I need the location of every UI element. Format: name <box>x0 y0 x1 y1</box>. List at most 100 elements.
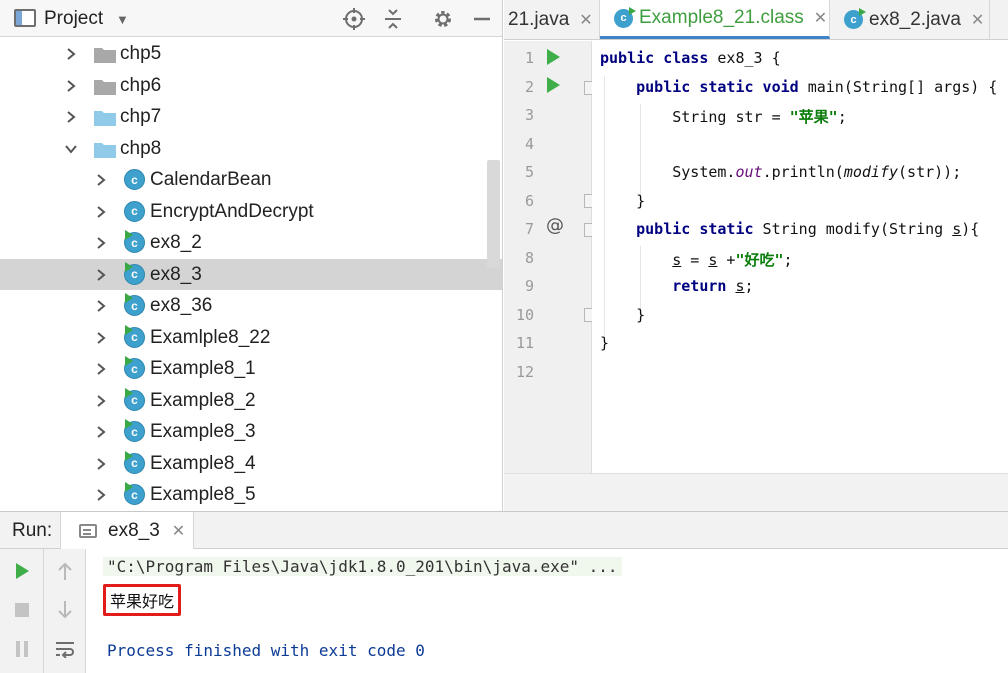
tree-item-calendarbean[interactable]: c CalendarBean <box>0 164 502 195</box>
tree-item-example8-4[interactable]: c Example8_4 <box>0 448 502 479</box>
line-number: 8 <box>524 249 534 267</box>
tab-label: ex8_2.java <box>869 8 961 30</box>
project-panel: Project ▼ chp5 chp6 chp7 chp8 c CalendarBean c… <box>0 0 503 511</box>
tree-item-example8-5[interactable]: c Example8_5 <box>0 479 502 510</box>
tree-item-ex8-2[interactable]: c ex8_2 <box>0 227 502 258</box>
tree-scrollbar[interactable] <box>487 160 500 268</box>
chevron-right-icon[interactable] <box>94 299 108 313</box>
folder-icon <box>94 46 116 63</box>
run-panel: Run: ex8_3 ✕ "C:\Program Files\Java\jdk1… <box>0 511 1008 673</box>
class-icon: c <box>124 450 145 474</box>
chevron-right-icon[interactable] <box>94 488 108 502</box>
run-title: Run: <box>12 520 53 541</box>
tree-item-label: Example8_2 <box>150 389 256 411</box>
line-number: 4 <box>524 135 534 153</box>
chevron-right-icon[interactable] <box>94 331 108 345</box>
arrow-up-icon[interactable] <box>51 557 79 585</box>
line-number: 5 <box>524 163 534 181</box>
tab-21-java[interactable]: 21.java ✕ <box>504 0 600 39</box>
tree-item-label: ex8_2 <box>150 232 202 253</box>
class-icon: c <box>124 482 145 505</box>
code-area[interactable]: public class ex8_3 { public static void … <box>592 41 1008 473</box>
tree-item-label: chp8 <box>120 137 162 159</box>
collapse-all-icon[interactable] <box>380 6 406 32</box>
run-tab-label: ex8_3 <box>108 519 160 541</box>
tree-item-examlple8-22[interactable]: c Examlple8_22 <box>0 322 502 353</box>
project-title[interactable]: Project <box>44 8 103 30</box>
tab-label: Example8_21.class <box>639 7 804 28</box>
code-line-9: return s; <box>672 277 754 295</box>
tree-item-label: Example8_4 <box>150 452 256 474</box>
run-tab-ex8-3[interactable]: ex8_3 ✕ <box>60 512 194 549</box>
soft-wrap-icon[interactable] <box>51 635 79 663</box>
tab-label: 21.java <box>508 8 570 30</box>
arrow-down-icon[interactable] <box>51 596 79 624</box>
tree-item-chp7[interactable]: chp7 <box>0 101 502 132</box>
tree-item-chp5[interactable]: chp5 <box>0 38 502 69</box>
code-line-2: public static void main(String[] args) { <box>636 78 998 96</box>
line-number: 1 <box>524 49 534 67</box>
chevron-right-icon[interactable] <box>94 394 108 408</box>
tab-ex8-2-java[interactable]: c ex8_2.java ✕ <box>830 0 990 39</box>
code-line-7: public static String modify(String s){ <box>636 220 980 238</box>
class-icon: c <box>844 8 866 29</box>
chevron-right-icon[interactable] <box>94 205 108 219</box>
class-icon: c <box>124 293 145 316</box>
code-editor: 21.java ✕ c Example8_21.class ✕ c ex8_2.… <box>504 0 1008 511</box>
tree-item-encryptanddecrypt[interactable]: c EncryptAndDecrypt <box>0 196 502 227</box>
editor-breadcrumb-bar <box>504 473 1008 511</box>
minimize-icon[interactable] <box>469 6 495 32</box>
chevron-right-icon[interactable] <box>64 47 78 61</box>
locate-icon[interactable] <box>341 6 367 32</box>
stop-icon[interactable] <box>8 596 36 624</box>
class-icon: c <box>124 356 145 379</box>
code-line-3: String str = "苹果"; <box>600 108 847 126</box>
close-icon[interactable]: ✕ <box>814 8 827 28</box>
tree-item-example8-3[interactable]: c Example8_3 <box>0 416 502 447</box>
folder-icon <box>94 141 116 158</box>
project-header: Project ▼ <box>0 0 502 37</box>
tree-item-chp6[interactable]: chp6 <box>0 70 502 101</box>
close-icon[interactable]: ✕ <box>579 10 592 30</box>
class-icon: c <box>124 169 145 190</box>
chevron-down-icon[interactable] <box>64 142 78 156</box>
chevron-right-icon[interactable] <box>94 173 108 187</box>
chevron-down-icon[interactable]: ▼ <box>116 12 129 27</box>
annotation-at-icon[interactable]: @ <box>546 215 564 236</box>
line-number: 9 <box>524 277 534 295</box>
code-line-11: } <box>600 334 610 352</box>
chevron-right-icon[interactable] <box>94 362 108 376</box>
tab-example8-21-class[interactable]: c Example8_21.class ✕ <box>600 0 830 39</box>
project-view-icon <box>14 9 36 27</box>
close-icon[interactable]: ✕ <box>971 10 984 30</box>
rerun-icon[interactable] <box>8 557 36 585</box>
chevron-right-icon[interactable] <box>94 236 108 250</box>
pause-icon[interactable] <box>8 635 36 663</box>
tree-item-example8-1[interactable]: c Example8_1 <box>0 353 502 384</box>
chevron-right-icon[interactable] <box>64 110 78 124</box>
run-class-icon[interactable] <box>547 49 560 65</box>
tree-item-label: Example8_1 <box>150 358 256 379</box>
tree-item-chp8[interactable]: chp8 <box>0 133 502 164</box>
run-toolbar-secondary <box>44 549 86 673</box>
chevron-right-icon[interactable] <box>94 457 108 471</box>
line-number: 10 <box>515 306 534 324</box>
chevron-right-icon[interactable] <box>94 425 108 439</box>
console-output[interactable]: "C:\Program Files\Java\jdk1.8.0_201\bin\… <box>86 549 1008 673</box>
close-icon[interactable]: ✕ <box>172 521 185 541</box>
tree-item-ex8-36[interactable]: c ex8_36 <box>0 290 502 321</box>
tree-item-label: chp7 <box>120 106 162 127</box>
class-icon: c <box>124 324 145 348</box>
line-number: 7 <box>524 220 534 238</box>
run-main-icon[interactable] <box>547 77 560 93</box>
run-toolbar <box>0 549 44 673</box>
tree-item-ex8-3[interactable]: c ex8_3 <box>0 258 502 290</box>
tree-item-label: Example8_3 <box>150 421 256 442</box>
line-number: 3 <box>524 106 534 124</box>
tree-item-example8-2[interactable]: c Example8_2 <box>0 385 502 416</box>
code-line-5: System.out.println(modify(str)); <box>600 163 962 181</box>
run-header: Run: ex8_3 ✕ <box>0 512 1008 549</box>
chevron-right-icon[interactable] <box>64 79 78 93</box>
chevron-right-icon[interactable] <box>94 268 108 282</box>
gear-icon[interactable] <box>430 6 456 32</box>
